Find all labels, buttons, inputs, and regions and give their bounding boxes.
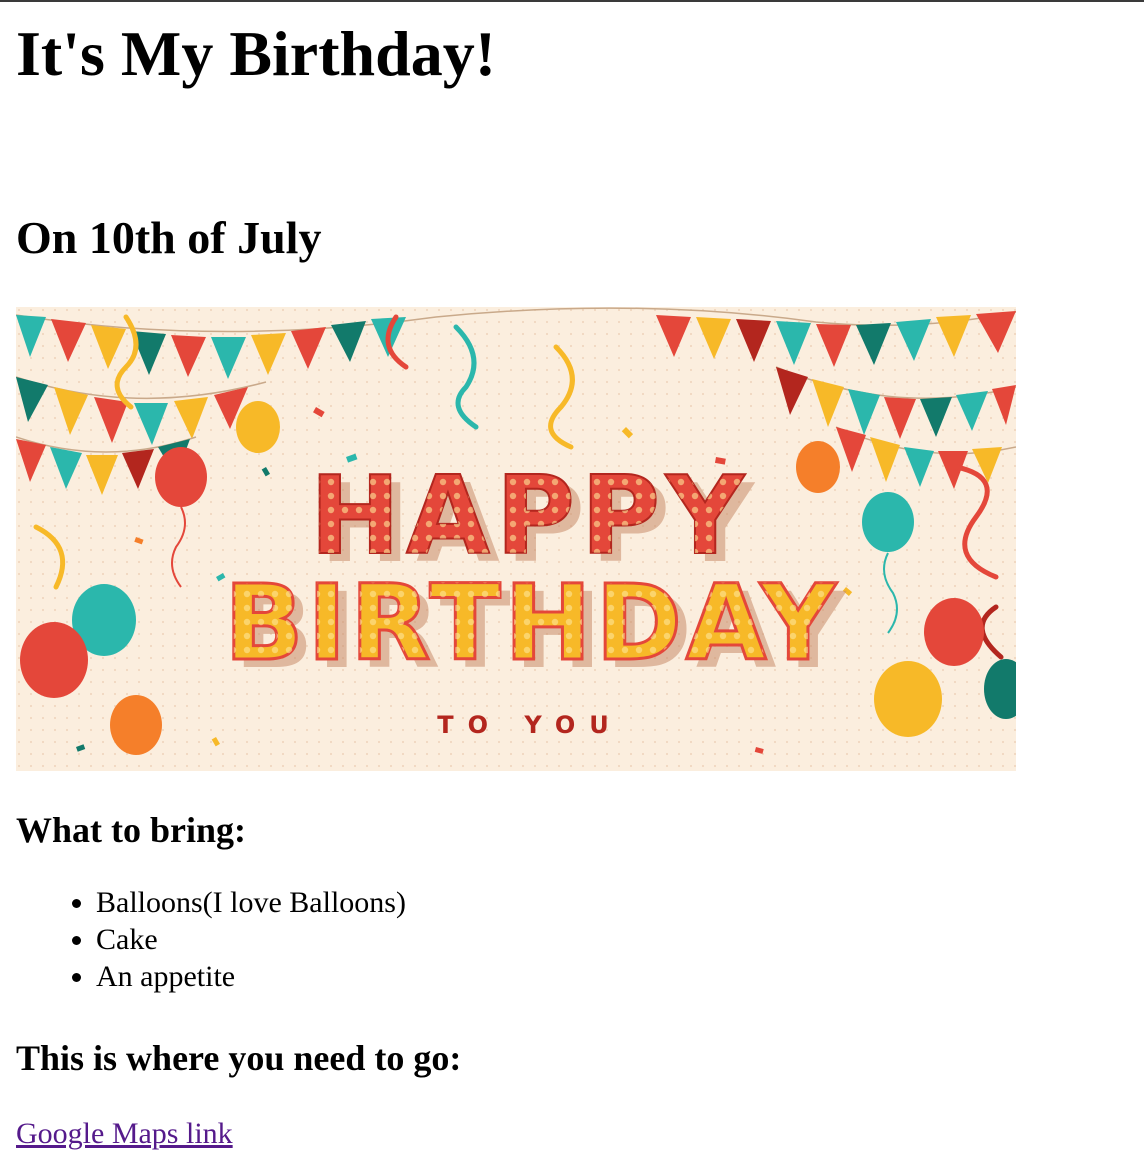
happy-birthday-banner-image: HAPPY HAPPY HAPPY BIRTHDAY BIRTHDAY BIRT… [16, 307, 1016, 771]
page-title: It's My Birthday! [16, 18, 496, 89]
birthday-word: BIRTHDAY BIRTHDAY BIRTHDAY [223, 561, 846, 693]
bring-items-list: Balloons(I love Balloons) Cake An appeti… [16, 884, 406, 995]
date-heading: On 10th of July [16, 212, 322, 263]
list-item: An appetite [96, 958, 406, 995]
google-maps-link[interactable]: Google Maps link [16, 1114, 233, 1154]
location-heading: This is where you need to go: [16, 1038, 462, 1078]
to-you-text: TO YOU [437, 711, 623, 739]
list-item: Cake [96, 921, 406, 958]
list-item: Balloons(I love Balloons) [96, 884, 406, 921]
banner-illustration: HAPPY HAPPY HAPPY BIRTHDAY BIRTHDAY BIRT… [16, 307, 1016, 771]
svg-text:HAPPY: HAPPY [310, 454, 750, 579]
what-to-bring-heading: What to bring: [16, 810, 247, 850]
browser-top-border [0, 0, 1144, 2]
svg-text:BIRTHDAY: BIRTHDAY [224, 562, 840, 684]
